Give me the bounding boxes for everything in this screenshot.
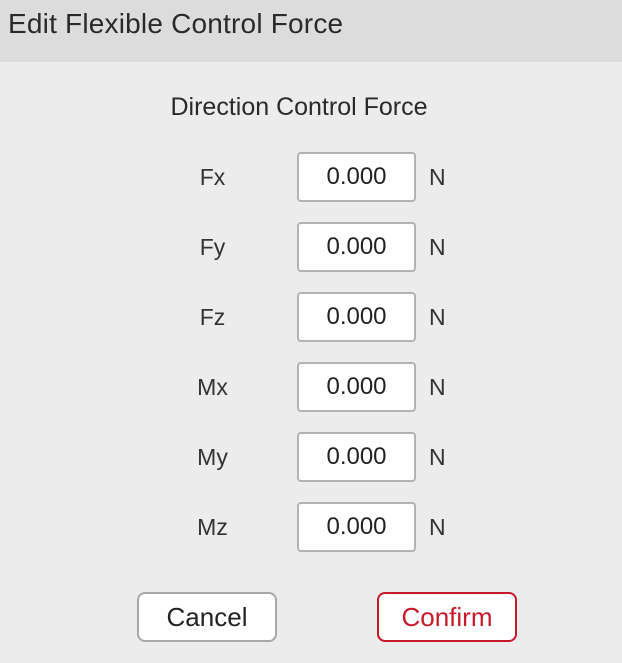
- field-row-fx: Fx N: [0, 152, 622, 202]
- field-label-mz: Mz: [197, 514, 228, 540]
- field-row-mz: Mz N: [0, 502, 622, 552]
- field-unit-mz: N: [429, 514, 446, 540]
- edit-flexible-control-force-dialog: Edit Flexible Control Force Direction Co…: [0, 0, 622, 663]
- field-unit-fz: N: [429, 304, 446, 330]
- fz-input[interactable]: [297, 292, 416, 342]
- field-label-fy: Fy: [199, 234, 226, 260]
- my-input[interactable]: [297, 432, 416, 482]
- section-heading: Direction Control Force: [170, 93, 428, 121]
- field-unit-mx: N: [429, 374, 446, 400]
- field-row-my: My N: [0, 432, 622, 482]
- fy-input[interactable]: [297, 222, 416, 272]
- mx-input[interactable]: [297, 362, 416, 412]
- mz-input[interactable]: [297, 502, 416, 552]
- field-label-my: My: [197, 444, 228, 470]
- fx-input[interactable]: [297, 152, 416, 202]
- field-row-fy: Fy N: [0, 222, 622, 272]
- dialog-titlebar: Edit Flexible Control Force: [0, 0, 622, 62]
- field-label-mx: Mx: [197, 374, 228, 400]
- field-unit-fx: N: [429, 164, 446, 190]
- cancel-button[interactable]: Cancel: [137, 592, 277, 642]
- field-unit-my: N: [429, 444, 446, 470]
- field-label-fz: Fz: [199, 304, 226, 330]
- field-unit-fy: N: [429, 234, 446, 260]
- field-row-mx: Mx N: [0, 362, 622, 412]
- confirm-button[interactable]: Confirm: [377, 592, 517, 642]
- dialog-title: Edit Flexible Control Force: [8, 8, 344, 39]
- field-label-fx: Fx: [199, 164, 226, 190]
- field-row-fz: Fz N: [0, 292, 622, 342]
